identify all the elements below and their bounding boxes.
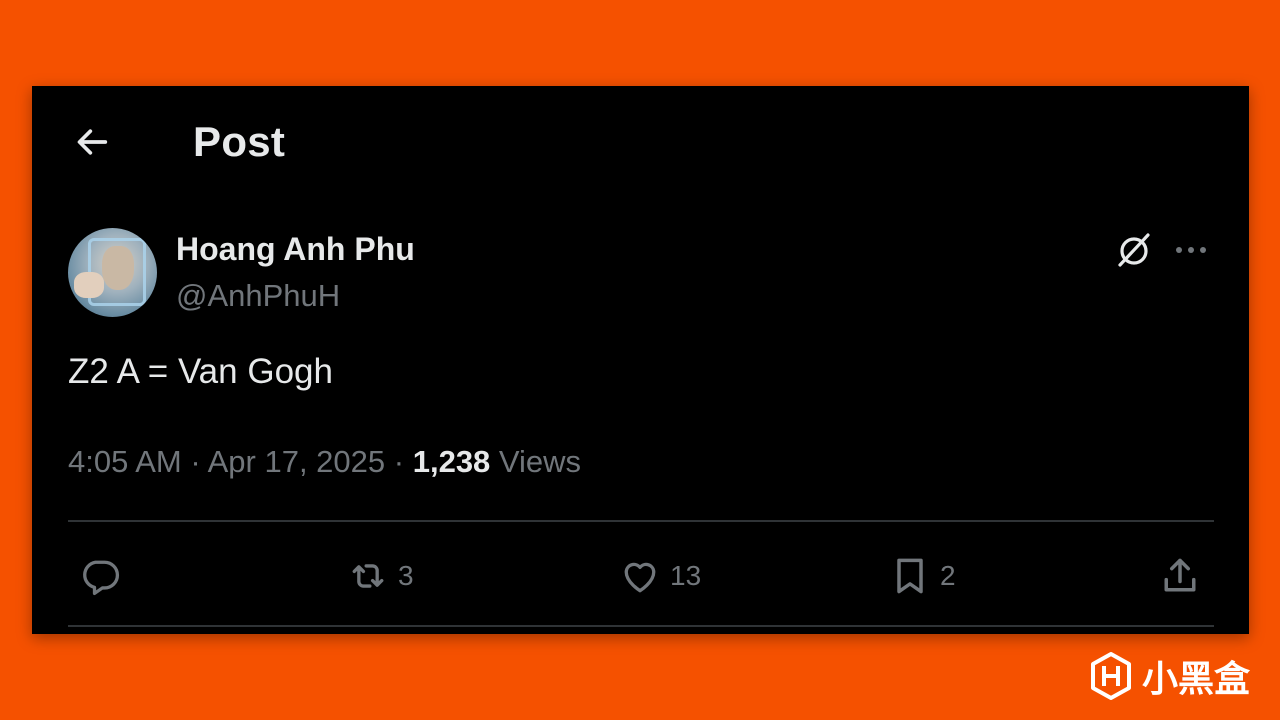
share-button[interactable] [1158, 546, 1202, 606]
views-count: 1,238 [412, 444, 491, 479]
more-button[interactable] [1171, 238, 1211, 262]
page-title: Post [193, 118, 286, 165]
reply-button[interactable] [78, 546, 130, 606]
back-button[interactable] [72, 122, 112, 162]
post-meta: 4:05 AM · Apr 17, 2025 · 1,238 Views [68, 444, 581, 480]
post-date[interactable]: Apr 17, 2025 [208, 444, 386, 479]
repost-icon [352, 564, 384, 588]
post-text: Z2 A = Van Gogh [68, 352, 333, 391]
avatar-face [102, 246, 134, 290]
post-card: Post Hoang Anh Phu @AnhPhuH Z2 A = Van G… [32, 86, 1249, 634]
views-label: Views [498, 444, 582, 479]
grok-button[interactable] [1114, 230, 1154, 270]
like-button[interactable]: 13 [618, 546, 701, 606]
watermark-logo-icon [1091, 652, 1131, 700]
author-name[interactable]: Hoang Anh Phu [176, 231, 415, 268]
like-count: 13 [670, 560, 702, 591]
back-arrow-icon [77, 129, 108, 155]
meta-separator: · [190, 444, 201, 479]
author-handle[interactable]: @AnhPhuH [176, 278, 340, 314]
avatar[interactable] [68, 228, 157, 317]
like-icon [624, 562, 656, 593]
watermark: 小黑盒 [1090, 650, 1250, 702]
bookmark-icon [897, 558, 923, 594]
more-icon [1176, 247, 1206, 253]
reply-icon [83, 560, 120, 596]
action-bar: 3 13 2 [32, 546, 1249, 606]
divider-bottom [68, 625, 1214, 627]
bookmark-count: 2 [940, 560, 956, 591]
header: Post [32, 86, 1249, 206]
repost-button[interactable]: 3 [346, 546, 414, 606]
grok-icon [1118, 233, 1150, 267]
divider [68, 520, 1214, 522]
watermark-text: 小黑盒 [1142, 659, 1251, 700]
share-icon [1164, 558, 1196, 592]
avatar-hand [74, 272, 104, 298]
bookmark-button[interactable]: 2 [888, 546, 956, 606]
meta-separator: · [393, 444, 405, 479]
post-time[interactable]: 4:05 AM [68, 444, 182, 479]
repost-count: 3 [398, 560, 414, 591]
